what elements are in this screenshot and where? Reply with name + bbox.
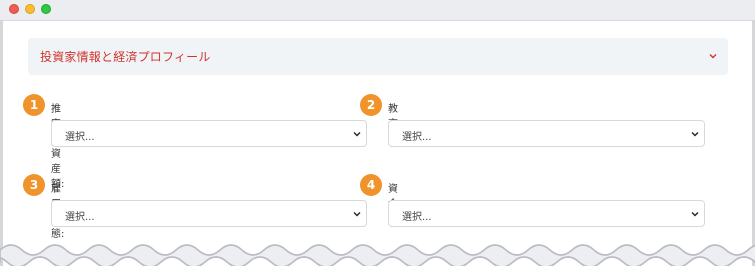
minimize-window-button[interactable] [25,4,35,14]
close-window-button[interactable] [9,4,19,14]
step-badge-1: 1 [23,94,45,116]
select-value: 選択... [65,132,95,143]
chevron-down-icon [353,132,361,137]
chevron-down-icon[interactable] [707,50,719,62]
step-badge-2: 2 [360,94,382,116]
net-worth-select[interactable]: 選択... [51,120,367,147]
select-value: 選択... [402,132,432,143]
app-window: 投資家情報と経済プロフィール 1 推定純資産額: 選択... 2 教育: 選択.… [0,0,755,280]
select-value: 選択... [65,212,95,223]
step-badge-4: 4 [360,174,382,196]
select-value: 選択... [402,212,432,223]
chevron-down-icon [691,132,699,137]
maximize-window-button[interactable] [41,4,51,14]
torn-edge-decoration [0,244,755,280]
step-badge-3: 3 [23,174,45,196]
accordion-header[interactable]: 投資家情報と経済プロフィール [28,38,728,75]
window-titlebar [0,0,755,21]
source-of-funds-select[interactable]: 選択... [388,200,705,227]
accordion-title: 投資家情報と経済プロフィール [40,50,211,64]
chevron-down-icon [353,212,361,217]
employment-select[interactable]: 選択... [51,200,367,227]
chevron-down-icon [691,212,699,217]
education-select[interactable]: 選択... [388,120,705,147]
